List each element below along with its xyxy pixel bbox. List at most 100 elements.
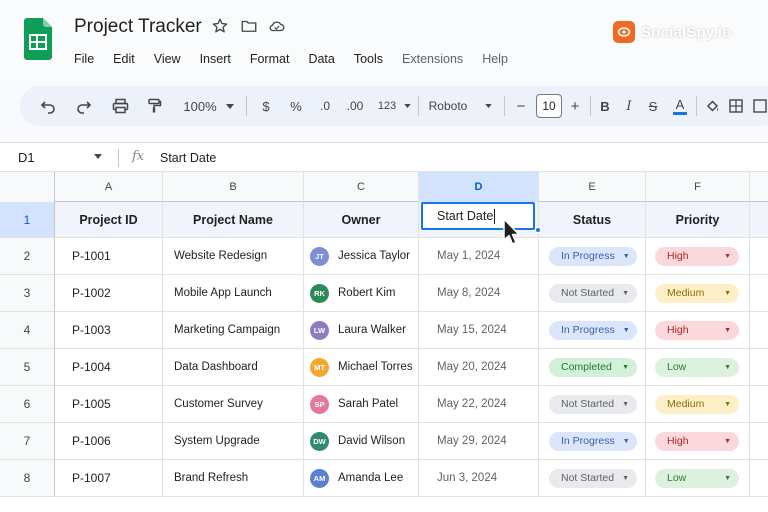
menu-data[interactable]: Data	[308, 52, 334, 66]
cell-priority[interactable]: Low ▼	[646, 460, 750, 497]
cell-status[interactable]: Not Started ▼	[539, 275, 646, 312]
paint-format-icon[interactable]	[142, 86, 166, 126]
priority-chip[interactable]: Medium ▼	[655, 283, 739, 303]
status-chip[interactable]: In Progress ▼	[549, 431, 637, 451]
name-box-dropdown-icon[interactable]	[94, 154, 102, 159]
cell-project-name[interactable]: Data Dashboard	[163, 349, 304, 386]
cell-priority[interactable]: High ▼	[646, 423, 750, 460]
header-cell-project-id[interactable]: Project ID	[55, 202, 163, 238]
header-cell-project-name[interactable]: Project Name	[163, 202, 304, 238]
cell-priority[interactable]: Medium ▼	[646, 275, 750, 312]
cell-project-name[interactable]: Mobile App Launch	[163, 275, 304, 312]
status-chip[interactable]: Not Started ▼	[549, 394, 637, 414]
row-header-4[interactable]: 4	[0, 312, 55, 349]
redo-icon[interactable]	[72, 86, 96, 126]
zoom-dropdown-icon[interactable]	[224, 86, 236, 126]
menu-extensions[interactable]: Extensions	[402, 52, 463, 66]
star-icon[interactable]	[211, 17, 229, 35]
cell-owner[interactable]: DW David Wilson	[304, 423, 419, 460]
cell-empty[interactable]	[750, 423, 768, 460]
sheets-logo-icon[interactable]	[24, 18, 52, 60]
cell-project-id[interactable]: P-1003	[55, 312, 163, 349]
cell-priority[interactable]: High ▼	[646, 312, 750, 349]
name-box[interactable]: D1	[18, 150, 35, 165]
row-header-2[interactable]: 2	[0, 238, 55, 275]
status-chip[interactable]: In Progress ▼	[549, 320, 637, 340]
cell-project-name[interactable]: Customer Survey	[163, 386, 304, 423]
cell-start-date[interactable]: May 29, 2024	[419, 423, 539, 460]
decrease-font-size-button[interactable]: −	[512, 86, 530, 126]
merge-cells-icon[interactable]	[750, 86, 768, 126]
status-chip[interactable]: Not Started ▼	[549, 283, 637, 303]
menu-tools[interactable]: Tools	[354, 52, 383, 66]
column-header-e[interactable]: E	[539, 172, 646, 202]
status-chip[interactable]: Not Started ▼	[549, 468, 637, 488]
menu-edit[interactable]: Edit	[113, 52, 135, 66]
cell-project-name[interactable]: System Upgrade	[163, 423, 304, 460]
bold-button[interactable]: B	[596, 86, 614, 126]
cell-status[interactable]: In Progress ▼	[539, 238, 646, 275]
cell-start-date[interactable]: May 20, 2024	[419, 349, 539, 386]
select-all-corner[interactable]	[0, 172, 55, 202]
cell-status[interactable]: In Progress ▼	[539, 312, 646, 349]
priority-chip[interactable]: Medium ▼	[655, 394, 739, 414]
cell-priority[interactable]: High ▼	[646, 238, 750, 275]
cell-project-name[interactable]: Website Redesign	[163, 238, 304, 275]
priority-chip[interactable]: Low ▼	[655, 357, 739, 377]
header-cell-owner[interactable]: Owner	[304, 202, 419, 238]
menu-help[interactable]: Help	[482, 52, 508, 66]
row-header-3[interactable]: 3	[0, 275, 55, 312]
italic-button[interactable]: I	[620, 86, 638, 126]
priority-chip[interactable]: High ▼	[655, 246, 739, 266]
cell-status[interactable]: In Progress ▼	[539, 423, 646, 460]
menu-file[interactable]: File	[74, 52, 94, 66]
cell-empty[interactable]	[750, 460, 768, 497]
cell-empty[interactable]	[750, 238, 768, 275]
status-chip[interactable]: In Progress ▼	[549, 246, 637, 266]
document-title[interactable]: Project Tracker	[74, 16, 202, 38]
cell-owner[interactable]: LW Laura Walker	[304, 312, 419, 349]
increase-font-size-button[interactable]: +	[566, 86, 584, 126]
header-cell-g[interactable]	[750, 202, 768, 238]
strikethrough-button[interactable]: S	[644, 86, 662, 126]
menu-view[interactable]: View	[154, 52, 181, 66]
cell-owner[interactable]: RK Robert Kim	[304, 275, 419, 312]
cell-empty[interactable]	[750, 312, 768, 349]
increase-decimal-button[interactable]: .00	[342, 86, 368, 126]
borders-icon[interactable]	[726, 86, 746, 126]
column-header-f[interactable]: F	[646, 172, 750, 202]
header-cell-priority[interactable]: Priority	[646, 202, 750, 238]
cell-priority[interactable]: Medium ▼	[646, 386, 750, 423]
font-dropdown-icon[interactable]	[482, 86, 494, 126]
column-header-d[interactable]: D	[419, 172, 539, 202]
status-chip[interactable]: Completed ▼	[549, 357, 637, 377]
number-format-dropdown-icon[interactable]	[402, 86, 412, 126]
cell-empty[interactable]	[750, 386, 768, 423]
cell-project-id[interactable]: P-1007	[55, 460, 163, 497]
cell-status[interactable]: Completed ▼	[539, 349, 646, 386]
cell-priority[interactable]: Low ▼	[646, 349, 750, 386]
priority-chip[interactable]: Low ▼	[655, 468, 739, 488]
cell-start-date[interactable]: May 15, 2024	[419, 312, 539, 349]
row-header-6[interactable]: 6	[0, 386, 55, 423]
cell-project-id[interactable]: P-1002	[55, 275, 163, 312]
cell-project-id[interactable]: P-1006	[55, 423, 163, 460]
font-size-input[interactable]: 10	[536, 94, 562, 118]
cell-project-id[interactable]: P-1004	[55, 349, 163, 386]
cell-status[interactable]: Not Started ▼	[539, 386, 646, 423]
cell-owner[interactable]: AM Amanda Lee	[304, 460, 419, 497]
cloud-saved-icon[interactable]	[268, 17, 286, 35]
cell-status[interactable]: Not Started ▼	[539, 460, 646, 497]
cell-empty[interactable]	[750, 349, 768, 386]
column-header-a[interactable]: A	[55, 172, 163, 202]
row-header-7[interactable]: 7	[0, 423, 55, 460]
cell-owner[interactable]: SP Sarah Patel	[304, 386, 419, 423]
cell-start-date[interactable]: May 8, 2024	[419, 275, 539, 312]
column-header-c[interactable]: C	[304, 172, 419, 202]
cell-project-name[interactable]: Marketing Campaign	[163, 312, 304, 349]
column-header-b[interactable]: B	[163, 172, 304, 202]
row-header-1[interactable]: 1	[0, 202, 55, 238]
font-select[interactable]: Roboto	[426, 86, 470, 126]
percent-format-button[interactable]: %	[286, 86, 306, 126]
menu-insert[interactable]: Insert	[200, 52, 231, 66]
